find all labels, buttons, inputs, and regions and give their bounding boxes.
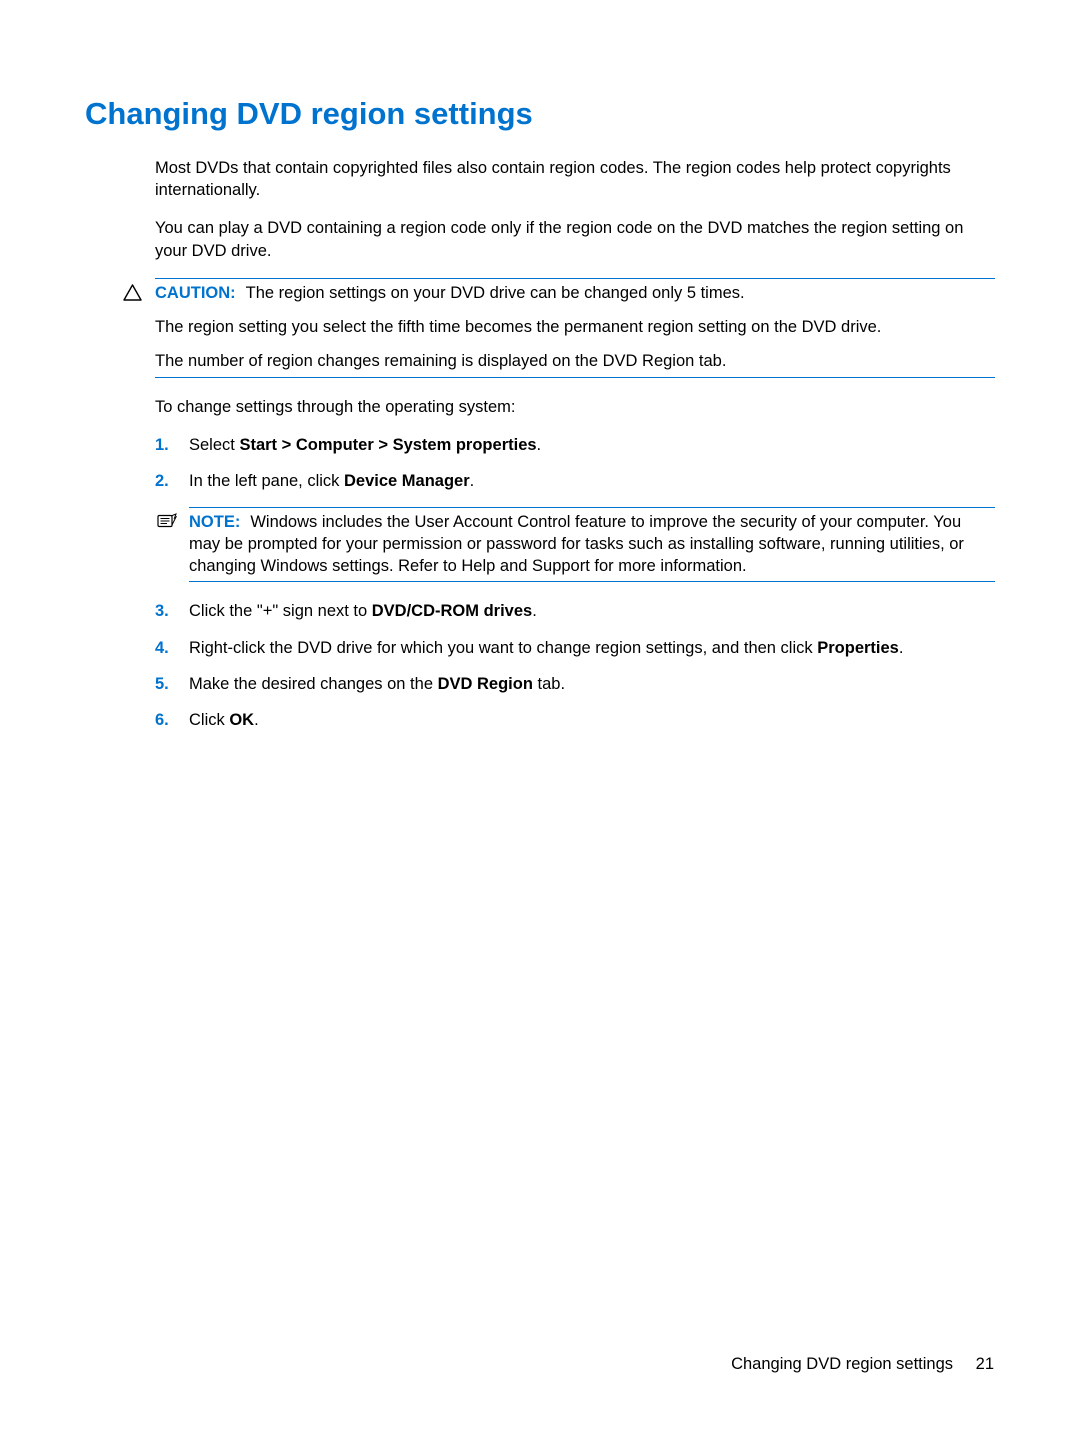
page-footer: Changing DVD region settings 21	[731, 1353, 994, 1375]
step-6: 6. Click OK.	[155, 709, 995, 731]
step-number: 5.	[155, 673, 169, 695]
lead-in-paragraph: To change settings through the operating…	[155, 396, 995, 418]
caution-label: CAUTION:	[155, 284, 236, 302]
caution-icon	[123, 284, 145, 301]
step-4: 4. Right-click the DVD drive for which y…	[155, 637, 995, 659]
step-5: 5. Make the desired changes on the DVD R…	[155, 673, 995, 695]
footer-page-number: 21	[976, 1355, 994, 1373]
step-text: In the left pane, click Device Manager.	[189, 472, 474, 490]
step-3: 3. Click the "+" sign next to DVD/CD-ROM…	[155, 600, 995, 622]
step-1: 1. Select Start > Computer > System prop…	[155, 434, 995, 456]
note-callout: NOTE:Windows includes the User Account C…	[189, 507, 995, 583]
caution-callout: CAUTION: The region settings on your DVD …	[155, 278, 995, 378]
step-text: Select Start > Computer > System propert…	[189, 436, 541, 454]
caution-text-2: The region setting you select the fifth …	[155, 316, 995, 338]
note-icon	[157, 513, 179, 529]
intro-paragraph-2: You can play a DVD containing a region c…	[155, 217, 995, 262]
step-number: 1.	[155, 434, 169, 456]
step-text: Click OK.	[189, 711, 259, 729]
caution-text-1: The region settings on your DVD drive ca…	[246, 284, 745, 302]
step-number: 3.	[155, 600, 169, 622]
caution-text-3: The number of region changes remaining i…	[155, 350, 995, 372]
note-text: Windows includes the User Account Contro…	[189, 513, 964, 576]
step-text: Make the desired changes on the DVD Regi…	[189, 675, 565, 693]
step-number: 2.	[155, 470, 169, 492]
step-number: 4.	[155, 637, 169, 659]
page-title: Changing DVD region settings	[85, 93, 995, 135]
footer-section-title: Changing DVD region settings	[731, 1355, 953, 1373]
intro-paragraph-1: Most DVDs that contain copyrighted files…	[155, 157, 995, 202]
step-number: 6.	[155, 709, 169, 731]
note-label: NOTE:	[189, 513, 240, 531]
step-2: 2. In the left pane, click Device Manage…	[155, 470, 995, 492]
step-text: Click the "+" sign next to DVD/CD-ROM dr…	[189, 602, 537, 620]
step-text: Right-click the DVD drive for which you …	[189, 639, 903, 657]
